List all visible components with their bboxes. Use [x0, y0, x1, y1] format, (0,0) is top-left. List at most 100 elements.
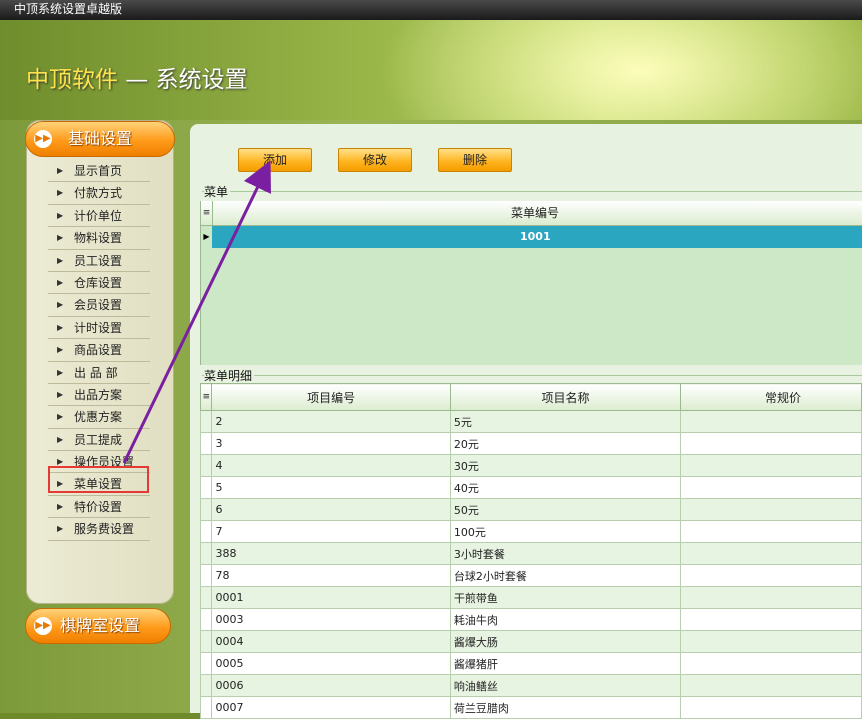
sidebar-item[interactable]: ▶ 计时设置: [48, 317, 150, 340]
triangle-right-icon: ▶: [57, 434, 64, 444]
sidebar-item[interactable]: ▶ 优惠方案: [48, 406, 150, 429]
triangle-right-icon: ▶: [57, 501, 64, 511]
table-row[interactable]: 0003 耗油牛肉: [199, 608, 862, 631]
page-name: 系统设置: [155, 67, 248, 93]
menu-group-label: 菜单: [204, 183, 231, 200]
item-code-cell: 0001: [211, 586, 451, 609]
row-pointer-icon: ▶: [203, 232, 210, 241]
item-name-cell: 酱爆大肠: [449, 630, 682, 653]
row-gutter: [199, 652, 213, 675]
item-price-cell: [680, 652, 862, 675]
table-row[interactable]: 0006 响油鳝丝: [199, 674, 862, 697]
detail-header-row: ≡ 项目编号 项目名称 常规价: [199, 383, 862, 411]
table-row[interactable]: 0007 荷兰豆腊肉: [199, 696, 862, 719]
sidebar-item[interactable]: ▶ 出 品 部: [48, 362, 150, 384]
content-panel: 添加 修改 删除 菜单 ≡ 菜单编号 ▶ 1001 菜单明细 ≡ 项目编号 项目…: [190, 124, 862, 719]
table-row[interactable]: 2 5元: [199, 410, 862, 433]
section-basic-button[interactable]: ▶▶ 基础设置: [25, 121, 175, 157]
menu-row[interactable]: ▶ 1001: [201, 226, 862, 248]
row-gutter: [199, 454, 213, 477]
table-row[interactable]: 388 3小时套餐: [199, 542, 862, 565]
triangle-right-icon: ▶: [57, 524, 64, 534]
table-row[interactable]: 78 台球2小时套餐: [199, 564, 862, 587]
sidebar-item-label: 出 品 部: [74, 365, 118, 380]
delete-button[interactable]: 删除: [438, 148, 512, 172]
item-price-cell: [680, 586, 862, 609]
triangle-right-icon: ▶: [57, 210, 64, 220]
table-row[interactable]: 0004 酱爆大肠: [199, 630, 862, 653]
item-code-cell: 2: [211, 410, 451, 433]
sidebar-item[interactable]: ▶ 计价单位: [48, 205, 150, 228]
sidebar-item[interactable]: ▶ 显示首页: [48, 160, 150, 183]
item-price-cell: [680, 630, 862, 653]
detail-body: 2 5元 3 20元 4 30元 5 40元 6 50元 7 100元 388 3小时套餐 78 台球2小时套…: [199, 410, 862, 719]
triangle-right-icon: ▶: [57, 166, 64, 175]
sidebar-item-label: 显示首页: [74, 164, 123, 178]
sidebar-item[interactable]: ▶ 会员设置: [48, 294, 150, 317]
table-row[interactable]: 5 40元: [199, 476, 862, 499]
table-row[interactable]: 0001 干煎带鱼: [199, 586, 862, 609]
menu-code-value: 1001: [520, 230, 551, 243]
triangle-right-icon: ▶: [57, 277, 64, 287]
item-code-cell: 3: [211, 432, 451, 455]
sidebar-item-label: 计时设置: [74, 320, 123, 335]
sidebar-item[interactable]: ▶ 物料设置: [48, 227, 150, 250]
sidebar-item-label: 员工提成: [74, 432, 123, 447]
sidebar-item[interactable]: ▶ 商品设置: [48, 339, 150, 362]
brand-name: 中顶软件: [26, 67, 118, 93]
item-code-cell: 4: [211, 454, 451, 477]
triangle-right-icon: ▶: [57, 345, 64, 355]
table-row[interactable]: 3 20元: [199, 432, 862, 455]
item-price-cell: [680, 608, 862, 631]
sidebar-item[interactable]: ▶ 特价设置: [48, 496, 150, 519]
sidebar-item[interactable]: ▶ 员工设置: [48, 250, 150, 272]
item-code-cell: 388: [211, 542, 451, 565]
row-gutter: [199, 432, 213, 455]
triangle-right-icon: ▶: [57, 389, 64, 399]
triangle-right-icon: ▶: [57, 188, 64, 198]
row-gutter: [199, 630, 213, 653]
sidebar-item-label: 物料设置: [74, 231, 123, 246]
item-code-cell: 7: [211, 520, 451, 543]
item-name-cell: 荷兰豆腊肉: [449, 696, 682, 719]
item-price-cell: [680, 476, 862, 499]
row-gutter: [199, 674, 213, 697]
column-item-name: 项目名称: [449, 383, 682, 411]
table-row[interactable]: 0005 酱爆猪肝: [199, 652, 862, 675]
item-code-cell: 78: [211, 564, 451, 587]
edit-button[interactable]: 修改: [338, 148, 412, 172]
item-price-cell: [680, 542, 862, 565]
triangle-right-icon: ▶: [57, 322, 64, 332]
sidebar-item[interactable]: ▶ 仓库设置: [48, 272, 150, 295]
item-price-cell: [680, 454, 862, 477]
item-price-cell: [680, 410, 862, 433]
add-button[interactable]: 添加: [238, 148, 312, 172]
sidebar-item[interactable]: ▶ 付款方式: [48, 182, 150, 205]
table-row[interactable]: 7 100元: [199, 520, 862, 543]
table-row[interactable]: 6 50元: [199, 498, 862, 521]
sidebar-item[interactable]: ▶ 员工提成: [48, 429, 150, 452]
table-row[interactable]: 4 30元: [199, 454, 862, 477]
sidebar-item[interactable]: ▶ 出品方案: [48, 384, 150, 407]
grid-menu-icon: ≡: [202, 208, 211, 218]
item-name-cell: 台球2小时套餐: [449, 564, 682, 587]
column-regular-price: 常规价: [680, 383, 862, 411]
menu-row-cell: 1001: [212, 226, 862, 248]
sidebar-item-label: 仓库设置: [74, 275, 123, 290]
row-gutter: [199, 696, 213, 719]
item-name-cell: 30元: [449, 454, 682, 477]
row-gutter: [199, 520, 213, 543]
item-name-cell: 100元: [449, 520, 682, 543]
sidebar-item-label: 特价设置: [74, 499, 123, 514]
section-chess-button[interactable]: ▶▶ 棋牌室设置: [25, 608, 171, 644]
item-code-cell: 6: [211, 498, 451, 521]
item-price-cell: [680, 696, 862, 719]
sidebar-item-label: 计价单位: [74, 208, 123, 223]
triangle-right-icon: ▶: [57, 367, 64, 377]
triangle-right-icon: ▶: [57, 255, 64, 265]
triangle-right-icon: ▶: [57, 412, 64, 422]
triangle-right-icon: ▶: [57, 300, 64, 310]
item-price-cell: [680, 564, 862, 587]
column-menu-code: 菜单编号: [212, 201, 857, 225]
sidebar-item[interactable]: ▶ 服务费设置: [48, 518, 150, 541]
